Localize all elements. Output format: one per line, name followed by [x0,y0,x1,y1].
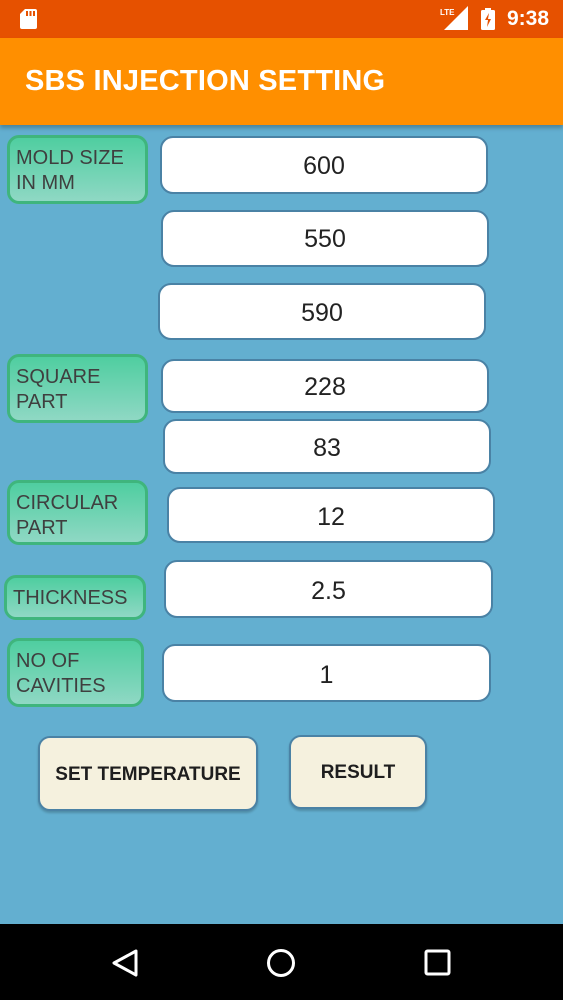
square-part-field-2[interactable]: 83 [163,419,491,474]
navigation-bar [0,924,563,1000]
result-button[interactable]: RESULT [289,735,427,809]
status-bar: LTE 9:38 [0,0,563,38]
sd-card-icon [20,9,37,29]
mold-size-field-2[interactable]: 550 [161,210,489,267]
circular-part-label: CIRCULAR PART [7,480,148,545]
home-icon[interactable] [266,948,296,978]
thickness-label: THICKNESS [4,575,146,620]
battery-icon [481,8,495,30]
signal-icon: LTE [440,6,468,30]
recents-icon[interactable] [424,949,452,977]
mold-size-field-1[interactable]: 600 [160,136,488,194]
square-part-label: SQUARE PART [7,354,148,423]
mold-size-field-3[interactable]: 590 [158,283,486,340]
page-title: SBS INJECTION SETTING [25,65,386,97]
thickness-field[interactable]: 2.5 [164,560,493,618]
back-icon[interactable] [111,948,139,978]
circular-part-field[interactable]: 12 [167,487,495,543]
mold-size-label: MOLD SIZE IN MM [7,135,148,204]
app-screen: LTE 9:38 SBS INJECTION SETTING MOLD SIZE… [0,0,563,1000]
set-temperature-button[interactable]: SET TEMPERATURE [38,736,258,811]
square-part-field-1[interactable]: 228 [161,359,489,413]
status-clock: 9:38 [507,7,550,30]
cavities-label: NO OF CAVITIES [7,638,144,707]
network-type-label: LTE [440,8,455,17]
app-bar: SBS INJECTION SETTING [0,38,563,125]
cavities-field[interactable]: 1 [162,644,491,702]
